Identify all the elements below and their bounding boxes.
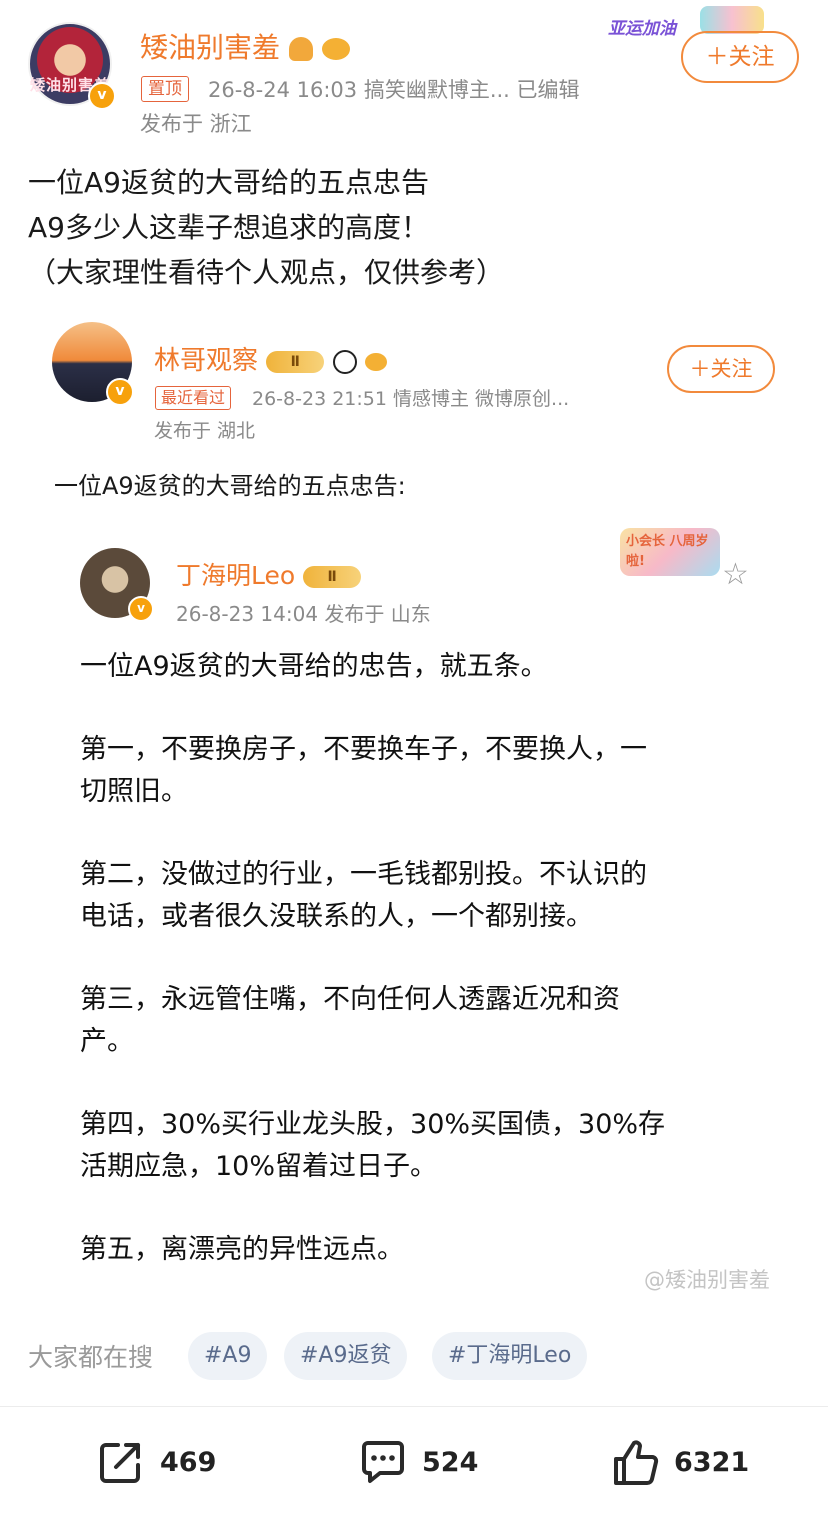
watermark: @矮油别害羞	[644, 1268, 770, 1292]
advice-line: 第一，不要换房子，不要换车子，不要换人，一	[80, 734, 647, 765]
search-label: 大家都在搜	[28, 1343, 154, 1372]
embed1-author-row: 林哥观察 Ⅱ	[154, 340, 387, 377]
advice-line: 产。	[80, 1026, 134, 1057]
verified-icon: v	[88, 82, 116, 110]
embed1-meta: 26-8-23 21:51 情感博主 微博原创...	[252, 388, 570, 410]
fish-icon	[364, 352, 387, 371]
search-tag[interactable]: #丁海明Leo	[432, 1332, 588, 1380]
comment-icon	[362, 1441, 404, 1483]
like-button[interactable]: 6321	[610, 1436, 749, 1488]
vip-badge: Ⅱ	[266, 350, 325, 373]
advice-line: 第三，永远管住嘴，不向任何人透露近况和资	[80, 984, 620, 1015]
embed1-text: 一位A9返贫的大哥给的五点忠告:	[54, 472, 406, 500]
pinned-badge: 置顶	[141, 76, 189, 102]
repost-count: 469	[160, 1446, 217, 1478]
activity-decoration	[700, 6, 764, 34]
advice-line: 切照旧。	[80, 776, 188, 807]
repost-button[interactable]: 469	[96, 1436, 216, 1488]
post-location: 发布于 浙江	[140, 112, 252, 136]
post-text[interactable]: 一位A9返贫的大哥给的五点忠告 A9多少人这辈子想追求的高度！ （大家理性看待个…	[28, 160, 504, 295]
advice-line: 一位A9返贫的大哥给的忠告，就五条。	[80, 651, 548, 682]
like-icon	[614, 1440, 659, 1485]
embed2-author-name: 丁海明Leo	[176, 561, 296, 590]
embed2-author-row: 丁海明Leo Ⅱ	[176, 556, 362, 592]
author-avatar[interactable]: 矮油别害羞 v	[28, 22, 116, 110]
like-count: 6321	[674, 1446, 750, 1478]
search-tag[interactable]: #A9返贫	[284, 1332, 408, 1380]
vip-badge: Ⅱ	[303, 566, 362, 588]
embed1-avatar: v	[52, 322, 134, 406]
advice-line: 活期应急，10%留着过日子。	[80, 1151, 438, 1182]
embed2-avatar: v	[80, 548, 154, 622]
comment-count: 524	[422, 1446, 479, 1478]
vip-level: Ⅱ	[327, 569, 337, 585]
follow-button[interactable]: ＋关注	[681, 31, 799, 83]
advice-paragraph: 一位A9返贫的大哥给的忠告，就五条。	[80, 646, 760, 688]
vip-level: Ⅱ	[290, 353, 300, 370]
divider	[0, 1406, 828, 1407]
advice-paragraph: 第三，永远管住嘴，不向任何人透露近况和资 产。	[80, 979, 760, 1063]
comment-button[interactable]: 524	[358, 1436, 478, 1488]
fish-icon	[321, 38, 350, 60]
post-text-line: A9多少人这辈子想追求的高度！	[28, 211, 429, 244]
recent-badge: 最近看过	[155, 386, 232, 410]
advice-paragraph: 第一，不要换房子，不要换车子，不要换人，一 切照旧。	[80, 729, 760, 813]
search-tag[interactable]: #A9	[188, 1332, 268, 1380]
embed2-meta: 26-8-23 14:04 发布于 山东	[176, 602, 431, 626]
post-text-line: （大家理性看待个人观点，仅供参考）	[28, 256, 505, 289]
crown-icon	[288, 37, 313, 61]
author-name[interactable]: 矮油别害羞	[140, 31, 280, 64]
embed2-body: 一位A9返贫的大哥给的忠告，就五条。 第一，不要换房子，不要换车子，不要换人，一…	[80, 646, 760, 1312]
embed1-follow-button: ＋关注	[667, 345, 775, 393]
advice-line: 电话，或者很久没联系的人，一个都别接。	[80, 901, 593, 932]
embed2-decoration: 小会长 八周岁啦!	[620, 528, 720, 576]
advice-paragraph: 第四，30%买行业龙头股，30%买国债，30%存 活期应急，10%留着过日子。	[80, 1104, 760, 1188]
post-meta: 26-8-24 16:03 搞笑幽默博主... 已编辑	[208, 78, 580, 102]
repost-icon	[100, 1443, 140, 1483]
verified-icon: v	[106, 378, 134, 406]
embed1-location: 发布于 湖北	[154, 420, 256, 442]
advice-paragraph: 第二，没做过的行业，一毛钱都别投。不认识的 电话，或者很久没联系的人，一个都别接…	[80, 854, 760, 938]
panda-icon	[332, 349, 357, 374]
advice-line: 第四，30%买行业龙头股，30%买国债，30%存	[80, 1109, 666, 1140]
star-icon: ☆	[722, 557, 749, 592]
advice-line: 第二，没做过的行业，一毛钱都别投。不认识的	[80, 859, 647, 890]
activity-label: 亚运加油	[608, 19, 676, 39]
post-text-line: 一位A9返贫的大哥给的五点忠告	[28, 166, 429, 199]
embed1-author-name: 林哥观察	[154, 346, 259, 376]
verified-icon: v	[128, 596, 154, 622]
author-name-row[interactable]: 矮油别害羞	[140, 26, 350, 66]
